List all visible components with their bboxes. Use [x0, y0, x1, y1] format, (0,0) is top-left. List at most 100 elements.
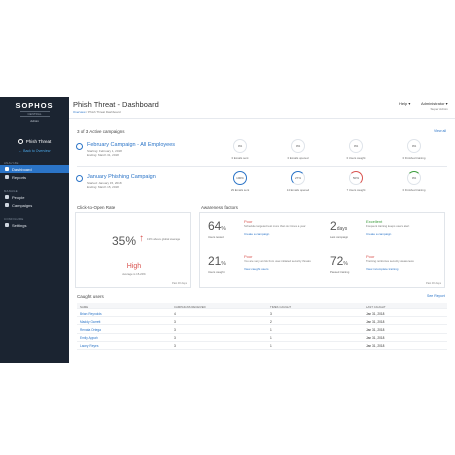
click-to-open-level-note: Average is 15-20%: [122, 272, 146, 276]
metric-label: 29 Emails sent: [230, 188, 250, 192]
main-content: Phish Threat - Dashboard Overview / Phis…: [69, 97, 455, 363]
user-name-link[interactable]: Renata Ortega: [80, 328, 101, 332]
progress-ring: 0%: [291, 139, 305, 153]
metric-label: 0 Finished training: [402, 188, 426, 192]
campaign-dates: Started: January 15, 2018 Ending: March …: [87, 181, 122, 189]
sidebar-item-reports[interactable]: Reports: [0, 173, 69, 181]
sidebar-item-dashboard[interactable]: Dashboard: [0, 165, 69, 173]
metric-label: 0 Emails opened: [287, 156, 309, 160]
progress-ring: 0%: [407, 139, 421, 153]
arrow-up-icon: ↑: [139, 233, 144, 244]
awareness-label: Users caught: [208, 270, 225, 274]
awareness-value: 2days: [330, 219, 348, 233]
campaign-dates: Starting: February 1, 2018 Ending: March…: [87, 149, 122, 157]
product-label: Phish Threat: [25, 139, 52, 144]
awareness-users-caught: 21% Users caught Poor You are very at ri…: [202, 250, 320, 284]
last-caught: Jan 31, 2018: [366, 311, 385, 316]
column-header[interactable]: LAST CAUGHT: [366, 305, 386, 309]
campaign-end: Ending: March 31, 2018: [87, 153, 119, 157]
click-to-open-value: 35%: [112, 234, 137, 248]
top-bar: Phish Threat - Dashboard Overview / Phis…: [69, 97, 455, 119]
panel-footer: Past 30 days: [426, 282, 441, 285]
metric-users-caught: 0% 0 Users caught: [331, 137, 381, 160]
sidebar-item-people[interactable]: People: [0, 193, 69, 201]
product-title: Phish Threat: [0, 139, 69, 144]
user-name-link[interactable]: Brian Reynolds: [80, 312, 102, 316]
times-caught: 1: [270, 327, 272, 332]
view-incomplete-training-link[interactable]: View incomplete training: [366, 267, 398, 271]
awareness-value: 64%: [208, 219, 226, 233]
last-caught: Jan 31, 2018: [366, 336, 385, 341]
admin-role: Super Admin: [430, 107, 448, 111]
see-report-link[interactable]: See Report: [427, 294, 445, 298]
metric-label: 7 Users caught: [346, 188, 366, 192]
awareness-desc: Training reinforces security awareness: [366, 259, 414, 263]
admin-menu[interactable]: Administrator ▾ Super Admin: [421, 101, 448, 111]
awareness-heading: Awareness factors: [201, 205, 238, 210]
brand-sub: CENTRAL: [19, 111, 50, 117]
campaigns-received: 3: [174, 336, 176, 341]
create-campaign-link[interactable]: Create a campaign: [244, 232, 269, 236]
table-row: Maddy Garrett 3 2 Jan 31, 2018: [77, 317, 447, 326]
settings-icon: [5, 223, 9, 227]
sidebar-item-label: Settings: [12, 222, 27, 228]
table-row: Emily Appah 3 1 Jan 31, 2018: [77, 334, 447, 342]
campaign-name-link[interactable]: January Phishing Campaign: [87, 174, 156, 180]
click-to-open-level: High: [126, 263, 142, 270]
progress-ring: 0%: [407, 171, 421, 185]
user-name-link[interactable]: Emily Appah: [80, 336, 98, 340]
times-caught: 3: [270, 311, 272, 316]
progress-ring: 0%: [233, 139, 247, 153]
awareness-desc: Frequent training keeps users alert: [366, 224, 410, 228]
view-caught-users-link[interactable]: View caught users: [244, 267, 268, 271]
sidebar-item-label: Dashboard: [12, 166, 32, 172]
sidebar-item-settings[interactable]: Settings: [0, 221, 69, 229]
last-caught: Jan 31, 2018: [366, 327, 385, 332]
metric-emails-opened: 0% 0 Emails opened: [273, 137, 323, 160]
user-name-link[interactable]: Maddy Garrett: [80, 320, 100, 324]
view-all-link[interactable]: View all: [434, 129, 446, 133]
panel-footer: Past 30 days: [172, 282, 187, 285]
metric-finished-training: 0% 0 Finished training: [389, 137, 439, 160]
column-header[interactable]: TIMES CAUGHT: [270, 305, 291, 309]
column-header[interactable]: CAMPAIGNS RECEIVED: [174, 305, 206, 309]
awareness-value: 72%: [330, 254, 348, 268]
page-title: Phish Threat - Dashboard: [73, 100, 159, 109]
awareness-panel: 64% Users tested Poor Schedule targeted …: [199, 212, 445, 288]
progress-ring: 0%: [349, 139, 363, 153]
last-caught: Jan 31, 2018: [366, 344, 385, 349]
column-header[interactable]: NAME: [80, 305, 88, 309]
awareness-label: Passed training: [330, 270, 350, 274]
app-window: SOPHOS CENTRAL Admin Phish Threat ← Back…: [0, 97, 455, 363]
sidebar-item-campaigns[interactable]: Campaigns: [0, 201, 69, 209]
progress-ring: 50%: [349, 171, 363, 185]
times-caught: 1: [270, 336, 272, 341]
awareness-label: Last campaign: [330, 235, 349, 239]
metric-emails-sent: 100% 29 Emails sent: [215, 169, 265, 192]
table-row: Lacey Reyes 3 1 Jan 31, 2018: [77, 342, 447, 350]
click-to-open-heading: Click-to-Open Rate: [77, 205, 116, 210]
create-campaign-link[interactable]: Create a campaign: [366, 232, 391, 236]
click-to-open-note: 13% above global average: [147, 237, 181, 241]
metric-label: 14 Emails opened: [286, 188, 310, 192]
caught-users-table: NAME CAMPAIGNS RECEIVED TIMES CAUGHT LAS…: [77, 303, 447, 350]
sidebar-item-label: Reports: [12, 174, 27, 180]
help-menu[interactable]: Help ▾: [399, 101, 410, 106]
breadcrumb-overview-link[interactable]: Overview: [73, 110, 86, 114]
awareness-desc: Schedule targeted test more than six tim…: [244, 224, 306, 228]
sidebar-item-label: People: [12, 194, 25, 200]
reports-icon: [5, 175, 9, 179]
campaign-name-link[interactable]: February Campaign - All Employees: [87, 142, 175, 148]
user-name-link[interactable]: Lacey Reyes: [80, 344, 98, 348]
campaigns-received: 3: [174, 319, 176, 324]
campaigns-icon: [5, 203, 9, 207]
back-label: Back to Overview: [23, 149, 51, 153]
metric-label: 0 Emails sent: [231, 156, 249, 160]
campaigns-received: 4: [174, 311, 176, 316]
campaigns-received: 3: [174, 327, 176, 332]
metric-emails-sent: 0% 0 Emails sent: [215, 137, 265, 160]
progress-ring: 100%: [233, 171, 247, 185]
awareness-passed-training: 72% Passed training Poor Training reinfo…: [324, 250, 442, 284]
campaign-end: Ending: March 15, 2018: [87, 185, 119, 189]
back-to-overview-link[interactable]: ← Back to Overview: [0, 149, 69, 153]
